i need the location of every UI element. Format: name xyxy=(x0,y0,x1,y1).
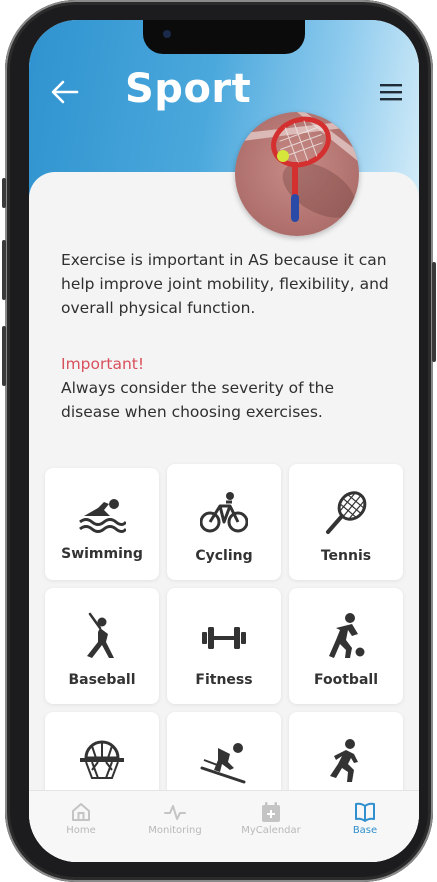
sport-label: Cycling xyxy=(195,548,253,564)
runner-icon xyxy=(330,739,358,782)
tab-label: MyCalendar xyxy=(241,825,301,836)
tab-label: Base xyxy=(352,825,378,836)
intro-text: Exercise is important in AS because it c… xyxy=(61,251,389,317)
tab-label: Home xyxy=(66,825,96,836)
volume-up-button xyxy=(2,240,6,300)
basketball-hoop-icon xyxy=(80,740,124,779)
phone-frame: Sport Exercise is important in AS becaus… xyxy=(2,0,436,882)
camera xyxy=(163,30,171,38)
notice-text: Always consider the severity of the dise… xyxy=(61,379,334,421)
volume-down-button xyxy=(2,326,6,386)
calendar-add-icon xyxy=(262,802,280,822)
bicycle-icon xyxy=(200,492,248,533)
sport-label: Swimming xyxy=(61,546,143,562)
hamburger-menu-icon[interactable] xyxy=(379,82,403,102)
sport-label: Football xyxy=(314,672,378,688)
app-screen: Sport Exercise is important in AS becaus… xyxy=(29,20,419,862)
tennis-racket-photo xyxy=(235,112,359,236)
notice-block: Important! Always consider the severity … xyxy=(61,352,391,424)
arrow-left-icon[interactable] xyxy=(49,76,81,108)
tab-bar: Home Monitoring MyCalendar Base xyxy=(29,790,419,862)
sport-label: Fitness xyxy=(195,672,253,688)
notch xyxy=(143,20,305,54)
skier-icon xyxy=(200,743,246,784)
home-icon xyxy=(72,803,90,821)
sport-card-tennis[interactable]: Tennis xyxy=(289,464,403,580)
tab-monitoring[interactable]: Monitoring xyxy=(127,801,223,836)
tennis-racket-icon xyxy=(326,491,367,534)
page-title: Sport xyxy=(125,66,252,112)
sport-card-cycling[interactable]: Cycling xyxy=(167,464,281,580)
tab-label: Monitoring xyxy=(148,825,202,836)
book-icon xyxy=(355,802,375,822)
baseball-player-icon xyxy=(87,612,114,658)
sport-card-baseball[interactable]: Baseball xyxy=(45,588,159,704)
sport-label: Tennis xyxy=(320,548,372,564)
swimmer-icon xyxy=(79,499,126,533)
side-button xyxy=(2,178,6,208)
football-player-icon xyxy=(329,613,365,658)
important-heading: Important! xyxy=(61,355,145,373)
tab-mycalendar[interactable]: MyCalendar xyxy=(223,801,319,836)
sport-label: Baseball xyxy=(68,672,136,688)
sport-card-football[interactable]: Football xyxy=(289,588,403,704)
tab-base[interactable]: Base xyxy=(317,801,413,836)
sport-card-swimming[interactable]: Swimming xyxy=(45,468,159,580)
tab-home[interactable]: Home xyxy=(33,801,129,836)
pulse-icon xyxy=(164,805,186,820)
power-button xyxy=(432,262,436,362)
sport-card-fitness[interactable]: Fitness xyxy=(167,588,281,704)
dumbbell-icon xyxy=(202,627,246,649)
